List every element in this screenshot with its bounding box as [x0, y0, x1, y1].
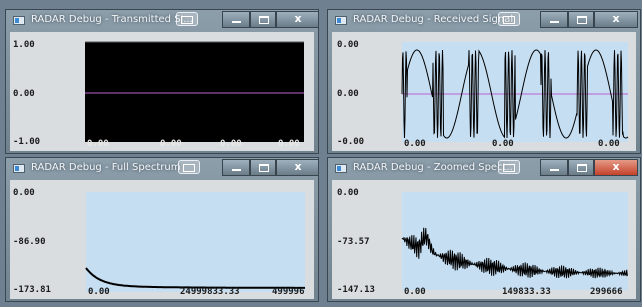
x-tick-label: 299666 — [590, 287, 623, 297]
x-tick-label: 0.00 — [88, 287, 110, 297]
close-icon: x — [612, 12, 620, 25]
app-window-icon[interactable] — [335, 164, 347, 173]
maximize-button[interactable] — [250, 159, 276, 176]
y-tick-label: -173.81 — [13, 285, 51, 295]
minimize-button[interactable] — [222, 11, 250, 28]
window-transmitted-signal[interactable]: RADAR Debug - Transmitted Si... x 1.00 0… — [5, 9, 319, 154]
x-tick-label: 24999833.33 — [180, 287, 240, 297]
y-tick-label: -0.00 — [337, 137, 365, 147]
snap-icon — [498, 12, 520, 26]
x-tick-label: 0.00 — [598, 139, 620, 149]
y-tick-label: 0.00 — [337, 89, 359, 99]
minimize-button[interactable] — [222, 159, 250, 176]
window-zoomed-spectrum[interactable]: RADAR Debug - Zoomed Spect... x 0.00 -73… — [327, 157, 641, 302]
maximize-button[interactable] — [250, 11, 276, 28]
y-tick-label: 0.00 — [13, 89, 35, 99]
plot-canvas — [85, 41, 304, 142]
titlebar[interactable]: RADAR Debug - Transmitted Si... x — [6, 10, 318, 32]
plot-canvas — [401, 42, 629, 142]
window-title: RADAR Debug - Full Spectrum — [31, 162, 181, 173]
x-tick-label: 0.00 — [404, 139, 426, 149]
x-tick-label: 149833.33 — [502, 287, 551, 297]
snap-icon — [176, 12, 198, 26]
minimize-button[interactable] — [540, 159, 568, 176]
y-tick-label: -1.00 — [13, 137, 41, 147]
x-tick-label: 0.00 — [87, 139, 109, 149]
close-icon: x — [294, 12, 302, 25]
plot-background — [85, 42, 304, 142]
maximize-button[interactable] — [568, 11, 594, 28]
titlebar[interactable]: RADAR Debug - Full Spectrum x — [6, 158, 318, 180]
app-window-icon[interactable] — [335, 16, 347, 25]
x-tick-label: 0.00 — [160, 139, 182, 149]
y-tick-label: 0.00 — [337, 188, 359, 198]
minimize-button[interactable] — [540, 11, 568, 28]
x-tick-label: 0.00 — [492, 139, 514, 149]
plot-area: 0.00 -86.90 -173.81 0.00 24999833.33 499… — [10, 180, 314, 299]
window-full-spectrum[interactable]: RADAR Debug - Full Spectrum x 0.00 -86.9… — [5, 157, 319, 302]
plot-area: 0.00 -73.57 -147.13 0.00 149833.33 29966… — [332, 180, 636, 299]
snap-icon — [498, 160, 520, 174]
y-tick-label: -147.13 — [337, 285, 375, 295]
plot-background — [402, 192, 628, 290]
close-button[interactable]: x — [594, 159, 638, 176]
plot-canvas — [85, 192, 305, 292]
plot-background — [86, 192, 305, 292]
window-title: RADAR Debug - Received Signal — [353, 14, 514, 25]
y-tick-label: 0.00 — [337, 40, 359, 50]
close-icon: x — [612, 160, 620, 173]
x-tick-label: 0.00 — [220, 139, 242, 149]
close-icon: x — [294, 160, 302, 173]
y-tick-label: 1.00 — [13, 40, 35, 50]
titlebar[interactable]: RADAR Debug - Received Signal x — [328, 10, 640, 32]
snap-icon — [178, 160, 200, 174]
app-window-icon[interactable] — [13, 16, 25, 25]
window-title: RADAR Debug - Transmitted Si... — [31, 14, 193, 25]
x-tick-label: 499996 — [272, 287, 305, 297]
titlebar[interactable]: RADAR Debug - Zoomed Spect... x — [328, 158, 640, 180]
plot-canvas — [401, 192, 628, 290]
y-tick-label: -73.57 — [337, 237, 370, 247]
close-button[interactable]: x — [594, 11, 638, 28]
window-received-signal[interactable]: RADAR Debug - Received Signal x 0.00 0.0… — [327, 9, 641, 154]
x-tick-label: 0.00 — [404, 287, 426, 297]
close-button[interactable]: x — [276, 159, 318, 176]
y-tick-label: 0.00 — [13, 188, 35, 198]
close-button[interactable]: x — [276, 11, 318, 28]
maximize-button[interactable] — [568, 159, 594, 176]
app-window-icon[interactable] — [13, 164, 25, 173]
y-tick-label: -86.90 — [13, 237, 46, 247]
plot-area: 0.00 0.00 -0.00 0.00 0.00 0.00 — [332, 32, 636, 151]
window-title: RADAR Debug - Zoomed Spect... — [353, 162, 517, 173]
x-tick-label: 0.00 — [278, 139, 300, 149]
plot-area: 1.00 0.00 -1.00 0.00 0.00 0.00 0.00 — [10, 32, 314, 151]
